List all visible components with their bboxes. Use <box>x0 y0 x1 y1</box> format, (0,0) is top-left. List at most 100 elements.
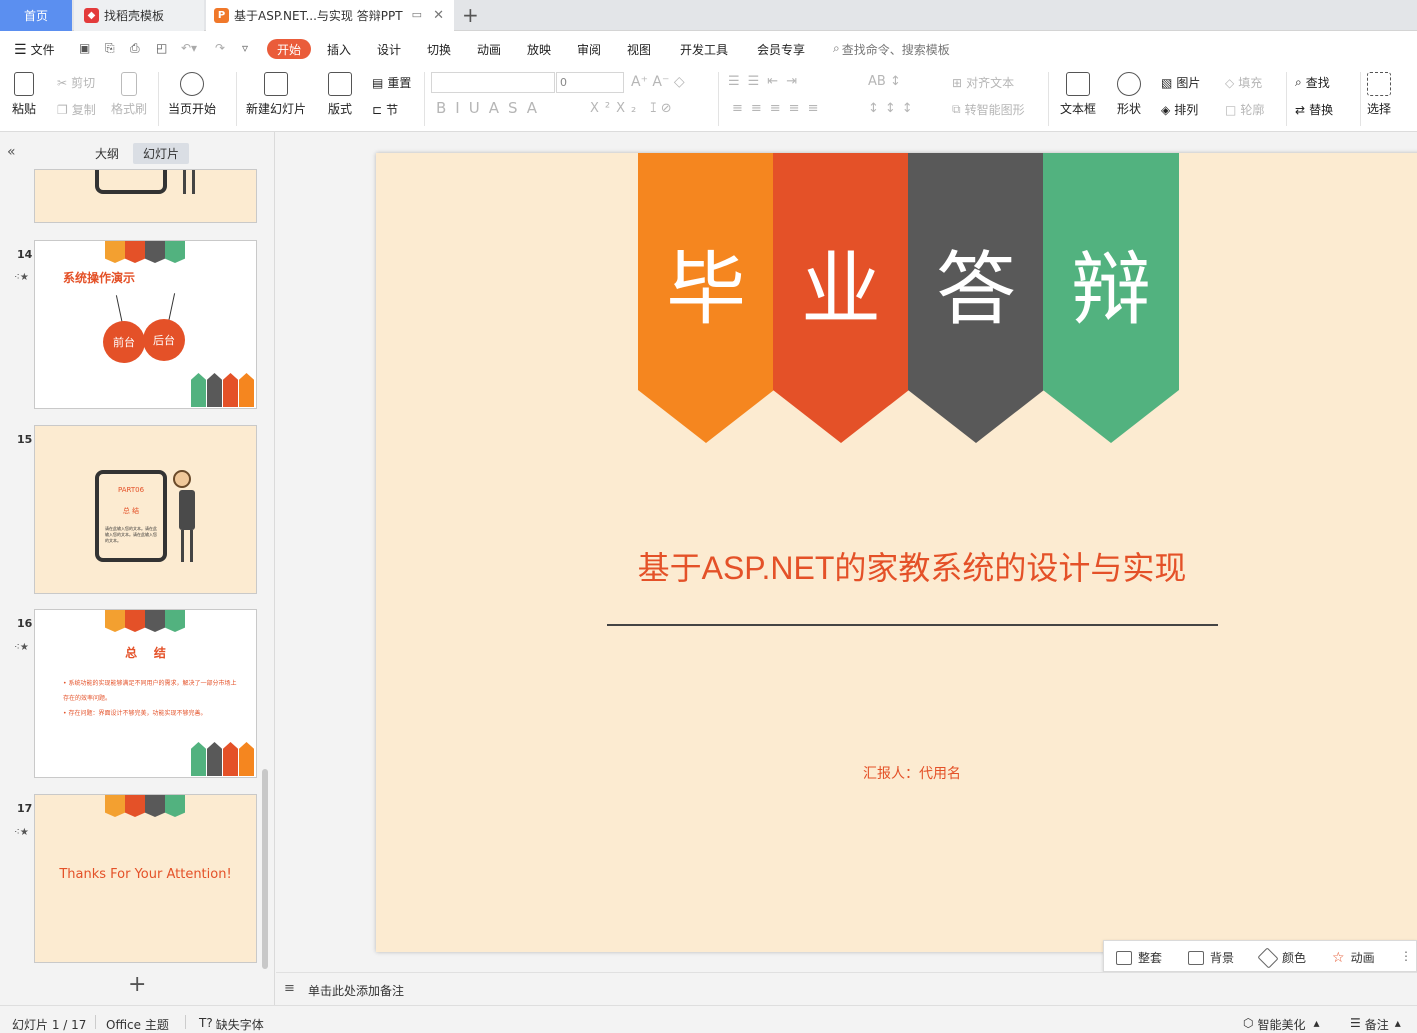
list-buttons[interactable]: ☰☰⇤⇥ <box>728 74 805 89</box>
textbox-button[interactable]: 文本框 <box>1060 72 1096 117</box>
text-effects-icon[interactable]: ꕯ ⊘ <box>650 101 672 116</box>
beautify-label: 智能美化 <box>1257 1018 1306 1032</box>
layout-label: 版式 <box>328 102 353 116</box>
play-icon <box>180 72 204 96</box>
notes-toggle-button[interactable]: ☰ 备注 ▴ <box>1350 1016 1401 1033</box>
smart-graphic-button[interactable]: ⧉ 转智能图形 <box>952 101 1025 118</box>
background-button[interactable]: 背景 <box>1188 949 1234 966</box>
save-icon[interactable]: ▣ <box>79 41 90 55</box>
undo-icon[interactable]: ↶▾ <box>181 41 197 55</box>
pin-icon[interactable]: ▭ <box>412 8 422 21</box>
missing-font-button[interactable]: T? 缺失字体 <box>199 1016 264 1033</box>
font-grow-icon[interactable]: A⁺ A⁻ ◇ <box>631 74 685 90</box>
color-button[interactable]: 颜色 <box>1257 946 1306 969</box>
panel-scrollbar[interactable] <box>262 769 268 969</box>
command-search-placeholder: 查找命令、搜索模板 <box>841 43 950 57</box>
align-buttons[interactable]: ≡≡≡≡≡ <box>732 101 826 116</box>
select-button[interactable]: 选择 <box>1367 72 1391 117</box>
thumb-heading: 总 结 <box>122 507 140 515</box>
menu-animation[interactable]: 动画 <box>477 41 501 58</box>
arrange-button[interactable]: ◈ 排列 <box>1161 101 1198 118</box>
export-pdf-icon[interactable]: ⎘ <box>105 41 115 56</box>
slide-thumbnail-17[interactable]: Thanks For Your Attention! <box>34 794 257 963</box>
menu-member[interactable]: 会员专享 <box>757 41 805 58</box>
menu-developer[interactable]: 开发工具 <box>680 41 728 58</box>
tab-home[interactable]: 首页 <box>0 0 72 31</box>
reset-button[interactable]: ▤ 重置 <box>372 74 411 91</box>
smart-graphic-icon: ⧉ <box>952 102 961 116</box>
notes-icon: ≡ <box>284 981 295 996</box>
menu-design[interactable]: 设计 <box>377 41 401 58</box>
bunting-flag <box>125 241 145 263</box>
notes-bar[interactable]: ≡ 单击此处添加备注 <box>276 972 1417 1005</box>
font-name-select[interactable] <box>431 72 555 93</box>
section-button[interactable]: ⊏ 节 <box>372 101 398 118</box>
current-slide[interactable]: 毕 业 答 辩 基于ASP.NET的家教系统的设计与实现 汇报人：代用名 <box>376 153 1417 952</box>
layout-suite-button[interactable]: 整套 <box>1116 949 1162 966</box>
slide-thumbnail-14[interactable]: 系统操作演示 前台 后台 <box>34 240 257 409</box>
cut-button[interactable]: ✂ 剪切 <box>57 74 95 91</box>
tab-document[interactable]: P 基于ASP.NET...与实现 答辩PPT ▭ ✕ <box>206 0 454 31</box>
slide-thumbnail-16[interactable]: 总 结 • 系统功能的实现能够满足不同用户的需求，解决了一部分市场上存在的效率问… <box>34 609 257 778</box>
tab-templates-label: 找稻壳模板 <box>104 9 165 23</box>
text-direction-icon[interactable]: AB ↕ <box>868 74 901 89</box>
new-slide-button[interactable]: 新建幻灯片 <box>246 72 306 117</box>
ribbon-separator <box>236 72 237 126</box>
select-cursor-icon <box>1367 72 1391 96</box>
align-text-button[interactable]: ⊞ 对齐文本 <box>952 74 1014 91</box>
format-painter-button[interactable]: 格式刷 <box>111 72 147 117</box>
slide-thumbnail-15[interactable]: PART06 总 结 请在此输入您的文本。请在此输入您的文本。请在此输入您的文本… <box>34 425 257 594</box>
slide-reporter[interactable]: 汇报人：代用名 <box>376 763 1417 783</box>
menu-transition[interactable]: 切换 <box>427 41 451 58</box>
play-from-current-button[interactable]: 当页开始 <box>168 72 216 117</box>
smart-beautify-button[interactable]: ⬡ 智能美化 ▴ <box>1243 1016 1320 1033</box>
spacing-buttons[interactable]: ↕↕↕ <box>868 101 919 116</box>
menu-insert[interactable]: 插入 <box>327 41 351 58</box>
slide-thumbnail-13[interactable] <box>34 169 257 223</box>
find-button[interactable]: ⌕ 查找 <box>1295 74 1330 91</box>
slide-subtitle[interactable]: 基于ASP.NET的家教系统的设计与实现 <box>376 543 1417 589</box>
chevron-up-icon: ▴ <box>1313 1016 1320 1030</box>
font-style-buttons[interactable]: BIUASA <box>436 99 546 117</box>
ribbon-separator <box>1048 72 1049 126</box>
ribbon-toolbar: 粘贴 ✂ 剪切 ❐ 复制 格式刷 当页开始 新建幻灯片 版式 ▤ 重置 ⊏ 节 0 A⁺… <box>0 66 1417 132</box>
tab-slides[interactable]: 幻灯片 <box>133 143 190 164</box>
add-slide-button[interactable]: + <box>128 972 146 997</box>
character-head-graphic <box>173 470 191 488</box>
tab-outline[interactable]: 大纲 <box>95 145 119 162</box>
menu-start[interactable]: 开始 <box>267 39 311 59</box>
bunting-flag <box>105 795 125 817</box>
menu-review[interactable]: 审阅 <box>577 41 601 58</box>
font-size-select[interactable]: 0 <box>556 72 624 93</box>
tab-templates[interactable]: ◆ 找稻壳模板 <box>74 0 204 31</box>
command-search[interactable]: ⌕ 查找命令、搜索模板 <box>833 41 950 58</box>
outline-button[interactable]: □ 轮廓 <box>1225 101 1264 118</box>
paste-icon <box>14 72 34 96</box>
menu-view[interactable]: 视图 <box>627 41 651 58</box>
thumb-part-label: PART06 <box>117 486 145 494</box>
more-options-icon[interactable]: ⋮ <box>1400 949 1412 963</box>
file-menu[interactable]: ☰ 文件 <box>14 41 55 58</box>
animation-label: 动画 <box>1350 951 1375 965</box>
fill-button[interactable]: ◇ 填充 <box>1225 74 1262 91</box>
layout-button[interactable]: 版式 <box>328 72 352 117</box>
copy-button[interactable]: ❐ 复制 <box>57 101 96 118</box>
animation-button[interactable]: ☆ 动画 <box>1332 949 1375 966</box>
corner-flag <box>223 373 238 407</box>
banner-char-3: 答 <box>908 153 1044 443</box>
menu-slideshow[interactable]: 放映 <box>527 41 551 58</box>
print-preview-icon[interactable]: ◰ <box>156 41 167 55</box>
docer-logo-icon: ◆ <box>84 8 99 23</box>
print-icon[interactable]: ⎙ <box>130 41 140 56</box>
picture-button[interactable]: ▧ 图片 <box>1161 74 1200 91</box>
superscript-icon[interactable]: X²X₂ <box>590 101 642 116</box>
new-tab-button[interactable]: + <box>462 3 479 27</box>
shape-button[interactable]: 形状 <box>1117 72 1141 117</box>
quick-access-dropdown-icon[interactable]: ▿ <box>242 41 248 55</box>
replace-button[interactable]: ⇄ 替换 <box>1295 101 1333 118</box>
close-tab-icon[interactable]: ✕ <box>433 8 444 23</box>
collapse-panel-icon[interactable]: « <box>7 144 16 160</box>
theme-name[interactable]: Office 主题 <box>106 1016 169 1033</box>
paste-button[interactable]: 粘贴 <box>12 72 36 117</box>
redo-icon[interactable]: ↷ <box>215 41 225 55</box>
